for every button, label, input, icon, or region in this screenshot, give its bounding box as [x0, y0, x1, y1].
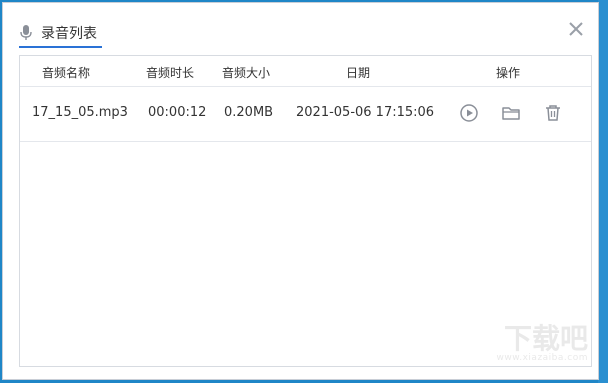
header-duration: 音频时长 [146, 66, 195, 80]
cell-size: 0.20MB [224, 105, 274, 120]
cell-name: 17_15_05.mp3 [32, 105, 128, 120]
watermark-logo: 下载吧 www.xiazaiba.com [468, 317, 588, 373]
play-icon [460, 104, 478, 122]
dialog-header: 录音列表 [19, 19, 97, 47]
close-icon [569, 22, 583, 36]
header-date: 日期 [346, 66, 371, 80]
folder-icon [502, 107, 520, 120]
trash-icon [546, 105, 560, 121]
delete-button[interactable] [542, 102, 564, 124]
play-button[interactable] [458, 102, 480, 124]
title-underline [19, 46, 102, 48]
header-size: 音频大小 [222, 66, 271, 80]
table-header: 音频名称 音频时长 音频大小 日期 操作 [20, 56, 591, 87]
background-right [598, 0, 608, 383]
close-button[interactable] [566, 19, 586, 39]
microphone-icon [19, 24, 33, 42]
cell-date: 2021-05-06 17:15:06 [296, 105, 435, 120]
cell-duration: 00:00:12 [148, 105, 207, 120]
header-actions: 操作 [496, 66, 521, 80]
watermark-url: www.xiazaiba.com [496, 353, 588, 363]
header-name: 音频名称 [42, 66, 91, 80]
open-folder-button[interactable] [500, 102, 522, 124]
dialog-title: 录音列表 [41, 26, 97, 42]
watermark-text: 下载吧 [503, 322, 588, 355]
recording-list-dialog: 录音列表 音频名称 音频时长 音频大小 日期 操作 17_15_05.mp3 0… [2, 2, 599, 380]
table-row[interactable]: 17_15_05.mp3 00:00:12 0.20MB 2021-05-06 … [20, 87, 591, 142]
